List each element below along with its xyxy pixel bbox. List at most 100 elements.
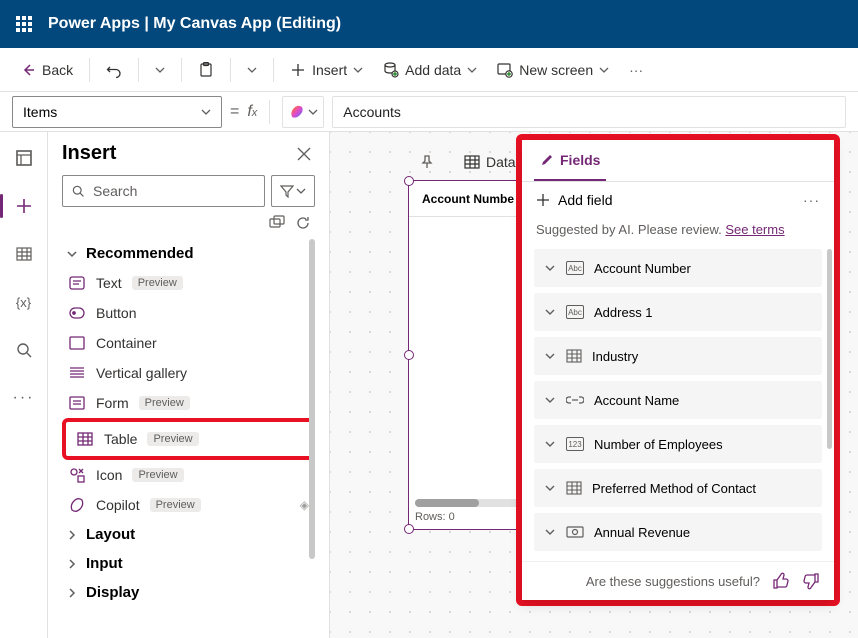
insert-button[interactable]: Insert	[282, 56, 371, 84]
resize-handle[interactable]	[404, 524, 414, 534]
undo-icon	[106, 62, 122, 78]
field-row[interactable]: AbcAddress 1	[534, 293, 822, 331]
chevron-down-icon	[247, 65, 257, 75]
preview-badge: Preview	[147, 432, 198, 446]
chevron-down-icon	[544, 394, 556, 406]
app-launcher-icon[interactable]	[8, 8, 40, 40]
pin-button[interactable]	[414, 151, 440, 173]
add-field-button[interactable]: Add field	[536, 192, 612, 208]
left-rail: {x} ···	[0, 132, 48, 638]
insert-filter-button[interactable]	[271, 175, 315, 207]
rail-insert[interactable]	[6, 188, 42, 224]
feedback-text: Are these suggestions useful?	[586, 574, 760, 589]
paste-split-button[interactable]	[239, 59, 265, 81]
equals-label: =	[230, 103, 239, 121]
field-row[interactable]: Preferred Method of Contact	[534, 469, 822, 507]
undo-button[interactable]	[98, 56, 130, 84]
field-label: Address 1	[594, 305, 653, 320]
copilot-fx-button[interactable]	[282, 96, 324, 128]
rail-data[interactable]	[6, 236, 42, 272]
field-type-icon	[566, 481, 582, 495]
overflow-button[interactable]: ···	[621, 56, 651, 84]
copilot-icon	[288, 103, 306, 121]
insert-tree: Recommended Text Preview Button Containe…	[62, 239, 315, 638]
fields-tab[interactable]: Fields	[534, 140, 606, 181]
insert-item-copilot[interactable]: Copilot Preview ◈	[62, 490, 315, 520]
filter-icon	[280, 184, 294, 198]
data-tab[interactable]: Data	[458, 150, 522, 174]
insert-item-button[interactable]: Button	[62, 298, 315, 328]
chevron-right-icon	[66, 558, 78, 570]
field-row[interactable]: AbcAccount Number	[534, 249, 822, 287]
category-input[interactable]: Input	[62, 549, 315, 578]
field-type-icon: 123	[566, 437, 584, 451]
premium-icon: ◈	[300, 498, 309, 512]
refresh-icon[interactable]	[295, 215, 311, 231]
thumbs-up-button[interactable]	[772, 572, 790, 590]
resize-handle[interactable]	[404, 176, 414, 186]
field-label: Annual Revenue	[594, 525, 690, 540]
panel-scrollbar[interactable]	[309, 239, 315, 559]
highlight-box-table: Table Preview	[62, 418, 315, 460]
category-recommended[interactable]: Recommended	[62, 239, 315, 268]
chevron-down-icon	[201, 107, 211, 117]
chevron-down-icon	[544, 438, 556, 450]
collapse-icon[interactable]	[269, 215, 285, 231]
insert-item-icon[interactable]: Icon Preview	[62, 460, 315, 490]
canvas[interactable]: Data Account Numbe Rows: 0 Fields	[330, 132, 858, 638]
highlight-box-flyout: Fields Add field ··· Suggested by AI. Pl…	[516, 134, 840, 606]
paste-button[interactable]	[190, 56, 222, 84]
formula-input[interactable]: Accounts	[332, 96, 846, 128]
search-icon	[71, 184, 85, 198]
rail-search[interactable]	[6, 332, 42, 368]
rail-more[interactable]: ···	[6, 380, 42, 416]
undo-split-button[interactable]	[147, 59, 173, 81]
field-label: Account Number	[594, 261, 691, 276]
rail-tree-view[interactable]	[6, 140, 42, 176]
insert-item-table[interactable]: Table Preview	[70, 424, 307, 454]
text-icon	[68, 274, 86, 292]
insert-search-input[interactable]: Search	[62, 175, 265, 207]
preview-badge: Preview	[132, 276, 183, 290]
field-list-scrollbar[interactable]	[827, 249, 832, 449]
property-selector[interactable]: Items	[12, 96, 222, 128]
iconset-icon	[68, 466, 86, 484]
table-column-header[interactable]: Account Numbe	[409, 181, 527, 217]
table-h-scrollbar[interactable]	[415, 499, 521, 507]
chevron-down-icon	[544, 482, 556, 494]
category-layout[interactable]: Layout	[62, 520, 315, 549]
table-icon	[76, 430, 94, 448]
category-display[interactable]: Display	[62, 578, 315, 607]
field-row[interactable]: Annual Revenue	[534, 513, 822, 551]
see-terms-link[interactable]: See terms	[725, 222, 784, 237]
edit-icon	[540, 153, 554, 167]
back-button[interactable]: Back	[12, 56, 81, 84]
table-control[interactable]: Account Numbe Rows: 0	[408, 180, 528, 530]
field-row[interactable]: Account Name	[534, 381, 822, 419]
insert-item-vertical-gallery[interactable]: Vertical gallery	[62, 358, 315, 388]
insert-panel-title: Insert	[62, 142, 116, 165]
field-row[interactable]: Industry	[534, 337, 822, 375]
rows-count-label: Rows: 0	[415, 511, 455, 523]
chevron-down-icon	[599, 65, 609, 75]
formula-bar: Items = fx Accounts	[0, 92, 858, 132]
new-screen-button[interactable]: New screen	[489, 56, 617, 84]
chevron-down-icon	[544, 262, 556, 274]
chevron-down-icon	[66, 248, 78, 260]
insert-item-text[interactable]: Text Preview	[62, 268, 315, 298]
separator	[230, 58, 231, 82]
field-overflow-button[interactable]: ···	[803, 192, 820, 208]
insert-item-form[interactable]: Form Preview	[62, 388, 315, 418]
control-toolbar: Data	[414, 144, 522, 180]
resize-handle[interactable]	[404, 350, 414, 360]
fields-flyout: Fields Add field ··· Suggested by AI. Pl…	[522, 140, 834, 600]
fx-label: fx	[247, 103, 257, 121]
thumbs-down-button[interactable]	[802, 572, 820, 590]
close-panel-button[interactable]	[293, 143, 315, 165]
rail-variables[interactable]: {x}	[6, 284, 42, 320]
add-data-button[interactable]: Add data	[375, 56, 485, 84]
main-area: {x} ··· Insert Search	[0, 132, 858, 638]
insert-item-container[interactable]: Container	[62, 328, 315, 358]
plus-icon	[536, 193, 550, 207]
field-row[interactable]: 123Number of Employees	[534, 425, 822, 463]
